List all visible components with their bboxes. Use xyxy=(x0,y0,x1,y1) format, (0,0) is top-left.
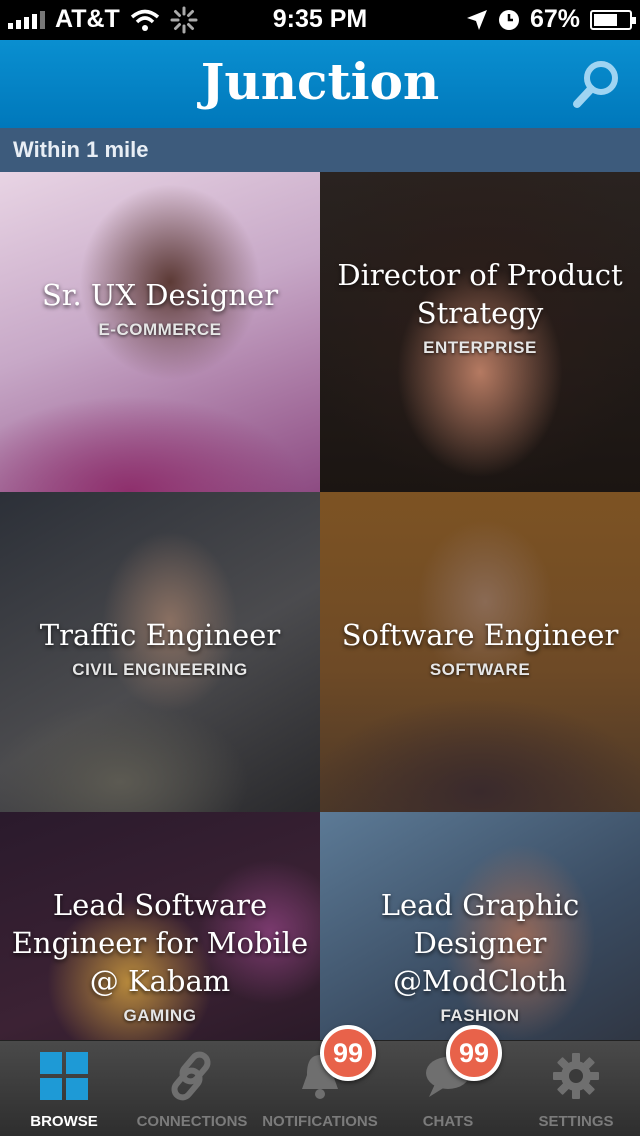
profile-text: Lead Graphic Designer @ModCloth FASHION xyxy=(330,886,630,1026)
section-header-distance: Within 1 mile xyxy=(0,128,640,172)
profile-industry: SOFTWARE xyxy=(429,660,531,679)
grid-icon xyxy=(40,1052,88,1100)
profile-text: Lead Software Engineer for Mobile @ Kaba… xyxy=(10,886,310,1026)
profile-tile[interactable]: Lead Graphic Designer @ModCloth FASHION xyxy=(320,812,640,1040)
profile-text: Director of Product Strategy ENTERPRISE xyxy=(330,256,630,358)
profile-title: Director of Product Strategy xyxy=(337,258,623,330)
battery-icon xyxy=(590,9,636,30)
tab-label: NOTIFICATIONS xyxy=(262,1113,378,1130)
tab-label: CONNECTIONS xyxy=(136,1113,248,1130)
profile-tile[interactable]: Traffic Engineer CIVIL ENGINEERING xyxy=(0,492,320,812)
profile-industry: ENTERPRISE xyxy=(423,338,537,357)
profile-tile[interactable]: Director of Product Strategy ENTERPRISE xyxy=(320,172,640,492)
alarm-clock-icon xyxy=(498,9,519,30)
profile-industry: E-COMMERCE xyxy=(98,320,222,339)
tab-notifications[interactable]: 99 NOTIFICATIONS xyxy=(256,1025,384,1136)
profile-tile[interactable]: Software Engineer SOFTWARE xyxy=(320,492,640,812)
profile-industry: GAMING xyxy=(123,1006,197,1025)
profile-title: Software Engineer xyxy=(341,618,619,652)
tab-label: CHATS xyxy=(422,1113,474,1130)
location-arrow-icon xyxy=(466,9,487,30)
profile-title: Sr. UX Designer xyxy=(41,278,279,312)
profile-text: Sr. UX Designer E-COMMERCE xyxy=(10,276,310,340)
tab-browse[interactable]: BROWSE xyxy=(0,1041,128,1136)
profile-title: Lead Software Engineer for Mobile @ Kaba… xyxy=(11,888,309,998)
chats-badge: 99 xyxy=(446,1025,502,1081)
profile-tile[interactable]: Sr. UX Designer E-COMMERCE xyxy=(0,172,320,492)
search-icon[interactable] xyxy=(570,56,626,112)
gear-icon xyxy=(553,1053,599,1099)
tab-label: SETTINGS xyxy=(538,1113,614,1130)
status-bar: AT&T 9:35 PM 67% xyxy=(0,0,640,40)
notification-badge: 99 xyxy=(320,1025,376,1081)
status-right: 67% xyxy=(466,5,636,34)
battery-fill xyxy=(594,13,617,26)
app-title: Junction xyxy=(200,52,440,111)
profile-grid: Sr. UX Designer E-COMMERCE Director of P… xyxy=(0,172,640,1040)
profile-title: Traffic Engineer xyxy=(39,618,281,652)
nav-bar: Junction xyxy=(0,40,640,128)
profile-text: Software Engineer SOFTWARE xyxy=(330,616,630,680)
profile-tile[interactable]: Lead Software Engineer for Mobile @ Kaba… xyxy=(0,812,320,1040)
tab-chats[interactable]: 99 CHATS xyxy=(384,1025,512,1136)
profile-industry: CIVIL ENGINEERING xyxy=(72,660,248,679)
tab-label: BROWSE xyxy=(30,1113,98,1130)
tab-bar: BROWSE CONNECTIONS 99 NOTIFICATIONS 99 C… xyxy=(0,1025,640,1136)
profile-title: Lead Graphic Designer @ModCloth xyxy=(380,888,580,998)
tab-settings[interactable]: SETTINGS xyxy=(512,1041,640,1136)
profile-industry: FASHION xyxy=(440,1006,520,1025)
link-icon xyxy=(171,1051,211,1101)
tab-connections[interactable]: CONNECTIONS xyxy=(128,1041,256,1136)
battery-percent: 67% xyxy=(529,5,580,33)
profile-text: Traffic Engineer CIVIL ENGINEERING xyxy=(10,616,310,680)
